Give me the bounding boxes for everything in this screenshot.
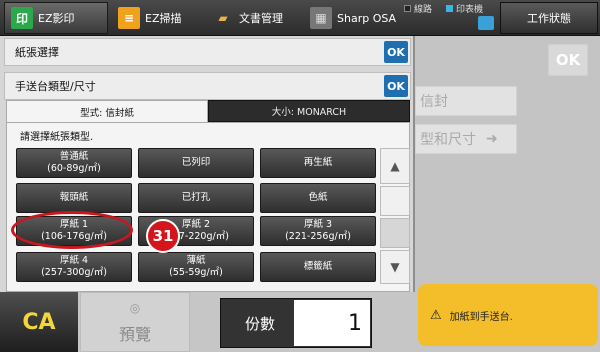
mode-label: 文書管理 [239,12,283,25]
paper-type-labels[interactable]: 標籤紙 [260,252,376,282]
copy-icon: 印 [11,7,33,29]
paper-select-ok-button[interactable]: OK [384,41,408,63]
paper-type-weight: (221-256g/㎡) [285,231,351,242]
paper-type-name: 已打孔 [181,192,211,203]
copies-label: 份數 [244,314,275,333]
preview-label: 預覽 [118,325,151,344]
paper-type-recycled[interactable]: 再生紙 [260,148,376,178]
scroll-up-button[interactable]: ▲ [380,148,410,184]
triangle-up-icon: ▲ [390,159,400,173]
warning-icon: ⚠ [430,307,442,323]
magnifier-icon: ◎ [129,301,141,315]
printer-status-icon [446,5,453,12]
osa-icon: ▦ [310,7,332,29]
background-type-size-label: 型和尺寸 [420,132,476,148]
paper-type-name: 再生紙 [303,157,333,168]
line-status-label: 線路 [414,5,433,15]
bypass-title: 手送台類型/尺寸 [15,80,96,93]
paper-type-thin[interactable]: 薄紙 (55-59g/㎡) [138,252,254,282]
callout-highlight-ring [11,211,133,249]
clear-all-button[interactable]: CA [0,292,78,352]
background-envelope-label: 信封 [420,94,448,110]
paper-type-name: 普通紙 [59,151,89,162]
mode-ez-scan[interactable]: ≡ EZ掃描 [112,2,212,34]
mode-document-filing[interactable]: ▰ 文書管理 [206,2,304,34]
scroll-thumb[interactable] [380,218,410,248]
scroll-track[interactable] [380,186,410,216]
mode-sharp-osa[interactable]: ▦ Sharp OSA [304,2,402,34]
paper-type-weight: (60-89g/㎡) [47,163,101,174]
tab-paper-type[interactable]: 型式: 信封紙 [6,100,208,122]
paper-type-weight: (257-300g/㎡) [41,267,107,278]
copies-count-field[interactable]: 1 [294,300,370,346]
alert-message: 加紙到手送台. [449,311,513,323]
paper-type-name: 已列印 [181,157,211,168]
paper-type-color[interactable]: 色紙 [260,183,376,213]
background-type-size-button: 型和尺寸 ➜ [415,124,517,154]
mode-label: Sharp OSA [337,11,397,25]
line-status: 線路 [404,2,432,15]
mode-ez-copy[interactable]: 印 EZ影印 [4,2,108,34]
paper-type-plain[interactable]: 普通紙 (60-89g/㎡) [16,148,132,178]
arrow-right-icon: ➜ [486,131,498,147]
paper-type-name: 厚紙 2 [181,219,211,230]
printer-icon[interactable] [478,16,494,30]
folder-icon: ▰ [218,11,228,25]
paper-select-header: 紙張選擇 OK [4,38,411,66]
background-ok-button: OK [548,44,588,76]
paper-type-letterhead[interactable]: 報頭紙 [16,183,132,213]
callout-number-badge: 31 [146,219,180,253]
paper-type-name: 標籤紙 [303,261,333,272]
paper-select-title: 紙張選擇 [15,46,59,59]
paper-type-name: 色紙 [308,192,328,203]
background-envelope-button: 信封 [415,86,517,116]
preview-button[interactable]: ◎ 預覽 [80,292,190,352]
paper-type-heavy-3[interactable]: 厚紙 3 (221-256g/㎡) [260,216,376,246]
mode-label: EZ影印 [38,12,75,25]
paper-type-preprinted[interactable]: 已列印 [138,148,254,178]
paper-type-heavy-4[interactable]: 厚紙 4 (257-300g/㎡) [16,252,132,282]
paper-type-prompt: 請選擇紙張類型. [20,132,94,143]
tab-paper-size[interactable]: 大小: MONARCH [208,100,410,122]
paper-type-name: 厚紙 3 [303,219,333,230]
printer-status: 印表機 [446,2,483,15]
mode-label: EZ掃描 [145,12,182,25]
paper-type-weight: (55-59g/㎡) [169,267,223,278]
scroll-down-button[interactable]: ▼ [380,250,410,284]
scan-icon: ≡ [118,7,140,29]
bypass-header: 手送台類型/尺寸 OK [4,72,411,100]
paper-type-prepunched[interactable]: 已打孔 [138,183,254,213]
paper-type-name: 薄紙 [186,255,206,266]
add-paper-alert[interactable]: ⚠ 加紙到手送台. [418,284,598,346]
top-bar: 印 EZ影印 ≡ EZ掃描 ▰ 文書管理 ▦ Sharp OSA 線路 印表機 … [0,0,600,36]
printer-status-label: 印表機 [456,5,484,15]
bypass-ok-button[interactable]: OK [384,75,408,97]
triangle-down-icon: ▼ [390,260,400,274]
paper-type-name: 厚紙 4 [59,255,89,266]
job-status-button[interactable]: 工作狀態 [500,2,598,34]
paper-type-name: 報頭紙 [59,192,89,203]
line-status-icon [404,5,411,12]
